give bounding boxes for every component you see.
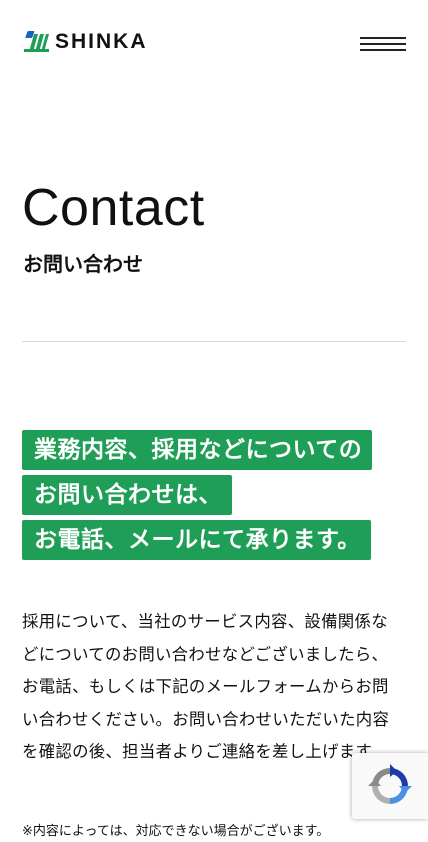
page-subtitle: お問い合わせ: [23, 252, 143, 276]
shinka-logo-icon: [24, 31, 49, 52]
site-logo[interactable]: SHINKA: [22, 30, 148, 54]
hamburger-line: [360, 37, 406, 39]
section-divider: [22, 341, 406, 342]
recaptcha-icon: [368, 764, 412, 804]
lead-heading: 業務内容、採用などについての お問い合わせは、 お電話、メールにて承ります。: [22, 430, 373, 565]
lead-line: 業務内容、採用などについての: [22, 430, 373, 470]
lead-line: お問い合わせは、: [22, 475, 232, 515]
note-text: ※内容によっては、対応できない場合がございます。: [22, 824, 330, 839]
hamburger-line: [360, 49, 406, 51]
site-header: SHINKA: [0, 0, 428, 90]
menu-button[interactable]: [360, 35, 407, 53]
logo-text: SHINKA: [55, 30, 148, 53]
lead-line: お電話、メールにて承ります。: [22, 520, 371, 560]
hamburger-line: [360, 43, 406, 45]
recaptcha-badge[interactable]: [352, 753, 428, 819]
page-title: Contact: [22, 179, 205, 237]
body-text: 採用について、当社のサービス内容、設備関係などについてのお問い合わせなどございま…: [22, 612, 390, 762]
